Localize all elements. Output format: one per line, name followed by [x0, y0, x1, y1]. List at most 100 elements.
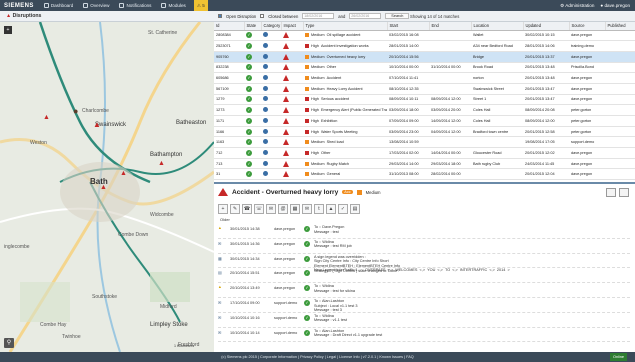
info-icon — [263, 128, 268, 134]
open-disruption-checkbox[interactable] — [218, 14, 222, 18]
table-row[interactable]: 1279 ✓ High Serious accident 08/09/2014 10:… — [214, 94, 635, 106]
table-row[interactable]: 832238 ✓ Medium Other 10/10/2014 00:00 31/10… — [214, 62, 635, 74]
table-row[interactable]: 1163 ✓ Medium Shed load 13/08/2014 10:59 19/… — [214, 136, 635, 149]
popout-icon[interactable] — [619, 188, 629, 197]
search-button[interactable]: Search — [385, 13, 410, 19]
impact-swatch — [305, 76, 309, 81]
map-panel[interactable]: + St. Catherine Charlcombe Swainswick Ba… — [0, 22, 214, 352]
nav-modules[interactable]: Modules — [156, 0, 190, 11]
table-row[interactable]: 2808384 ✓ Medium Oil spillage accident 03/0… — [214, 30, 635, 42]
table-row[interactable]: 1273 ✓ High Emergency Alert (Public Genera… — [214, 104, 635, 116]
add-icon[interactable]: + — [218, 204, 228, 214]
col-end[interactable]: End — [429, 22, 472, 31]
table-row[interactable]: 605686 ✓ Medium Accident 07/10/2014 11:41 no… — [214, 72, 635, 84]
warning-icon — [283, 75, 289, 82]
sms-icon[interactable]: ✉ — [266, 204, 276, 214]
warning-icon — [283, 117, 289, 124]
mail-icon[interactable]: ✉ — [302, 204, 312, 214]
info-icon — [263, 32, 268, 38]
strategy-icon[interactable]: ▲ — [326, 204, 336, 214]
map-pin-icon[interactable]: ● — [73, 106, 78, 116]
impact-swatch — [305, 65, 309, 70]
cell-location: Swainswick Street — [471, 83, 523, 95]
col-location[interactable]: Location — [471, 22, 524, 31]
nav-overview[interactable]: Overview — [78, 0, 114, 11]
impact-swatch — [305, 129, 309, 134]
col-category[interactable]: Category — [261, 22, 282, 31]
admin-menu[interactable]: ⚙ Administration — [560, 3, 594, 9]
table-row[interactable]: 713 ✓ Medium Rugby Match 29/03/2014 14:00 29… — [214, 158, 635, 170]
nav-dashboard[interactable]: Dashboard — [39, 0, 78, 11]
check-icon: ✓ — [246, 160, 252, 167]
cell-type: Medium Other — [303, 62, 387, 74]
note-icon[interactable]: ✎ — [230, 204, 240, 214]
alert-badge[interactable]: ⚠ 5 — [193, 0, 208, 11]
cell-end — [429, 83, 471, 95]
nav-notifications[interactable]: Notifications — [114, 0, 156, 11]
log-entry: ▤ 20/10/2014 15:51 dave.pregon ✓ Strateg… — [218, 268, 630, 284]
closed-between-checkbox[interactable] — [260, 14, 265, 18]
disruption-marker-icon[interactable]: ▲ — [100, 184, 107, 191]
col-id[interactable]: Id — [214, 22, 245, 31]
cell-published — [605, 147, 635, 159]
twitter-icon[interactable]: t — [314, 204, 324, 214]
impact-swatch — [305, 54, 309, 59]
cell-id: 1273 — [214, 104, 244, 116]
check-icon: ✓ — [246, 171, 252, 178]
date-to-field[interactable]: 26/02/2016 — [349, 13, 382, 19]
col-start[interactable]: Start — [387, 22, 430, 31]
col-source[interactable]: Source — [569, 22, 606, 31]
edit-icon[interactable] — [606, 188, 616, 197]
cell-end: 04/09/2014 12:00 — [429, 126, 471, 138]
disruption-marker-icon[interactable]: ▲ — [120, 170, 127, 177]
date-from-field[interactable]: 18/02/2016 — [302, 13, 335, 19]
table-row[interactable]: 1171 ✓ High Exhibition 07/09/2014 09:00 14/0… — [214, 115, 635, 127]
col-updated[interactable]: Updated — [523, 22, 570, 31]
log-time: 30/01/2015 14:34 — [230, 256, 260, 261]
col-type[interactable]: Type — [303, 22, 388, 31]
cell-published — [605, 30, 635, 42]
log-user: support.demo — [274, 300, 298, 305]
table-row[interactable]: 31 ✓ Medium General 31/10/2013 08:00 28/02/2… — [214, 168, 635, 181]
attach-icon[interactable]: ▤ — [350, 204, 360, 214]
phone-out-icon[interactable]: ☏ — [254, 204, 264, 214]
warning-icon — [283, 53, 289, 60]
older-link[interactable]: Older — [220, 217, 230, 222]
table-row[interactable]: 712 ✓ High Other 17/03/2014 02:00 14/04/2014… — [214, 147, 635, 159]
check-icon: ✓ — [246, 32, 252, 39]
col-state[interactable]: State — [244, 22, 262, 31]
email-icon[interactable]: @ — [278, 204, 288, 214]
cell-start: 03/09/2014 23:00 — [387, 126, 429, 138]
cell-state: ✓ — [244, 115, 261, 127]
col-impact[interactable]: Impact — [281, 22, 304, 31]
cell-source: dave.pregon — [569, 51, 605, 63]
map-search-icon[interactable]: ⚲ — [4, 338, 14, 348]
log-text: To :: Widina Message : test for sikina — [314, 284, 355, 293]
map-canvas[interactable] — [0, 22, 214, 352]
and-label: and — [338, 13, 346, 19]
table-row[interactable]: 2523071 ✓ High Accident investigation work… — [214, 40, 635, 52]
category-badge: Acc — [342, 190, 353, 194]
disruption-marker-icon[interactable]: ▲ — [43, 114, 50, 121]
sign-icon[interactable]: ▦ — [290, 204, 300, 214]
col-published[interactable]: Published — [605, 22, 635, 31]
info-icon — [263, 171, 268, 177]
success-icon: ✓ — [304, 270, 310, 277]
map-zoom-control[interactable]: + — [4, 26, 12, 34]
cell-end — [429, 51, 471, 63]
table-row[interactable]: 567109 ✓ Medium Heavy Lorry Accident 08/10/… — [214, 83, 635, 95]
cell-category — [261, 168, 281, 181]
disruption-marker-icon[interactable]: ▲ — [158, 160, 165, 167]
cell-source: dave.pregon — [569, 158, 605, 170]
cell-id: 1279 — [214, 94, 244, 106]
cell-type: Medium General — [303, 168, 387, 181]
cell-end — [429, 40, 471, 52]
log-user: dave.pregon — [274, 241, 296, 246]
user-menu[interactable]: ● dave.pregon — [600, 3, 630, 8]
table-row[interactable]: 905760 ✓ Medium Overturned heavy lorry 20/1… — [214, 51, 635, 63]
phone-icon[interactable]: ☎ — [242, 204, 252, 214]
table-row[interactable]: 1166 ✓ High Water Sports Meeting 03/09/2014… — [214, 126, 635, 138]
check-icon: ✓ — [246, 43, 252, 50]
disruption-marker-icon[interactable]: ▲ — [93, 120, 101, 129]
check-icon[interactable]: ✓ — [338, 204, 348, 214]
